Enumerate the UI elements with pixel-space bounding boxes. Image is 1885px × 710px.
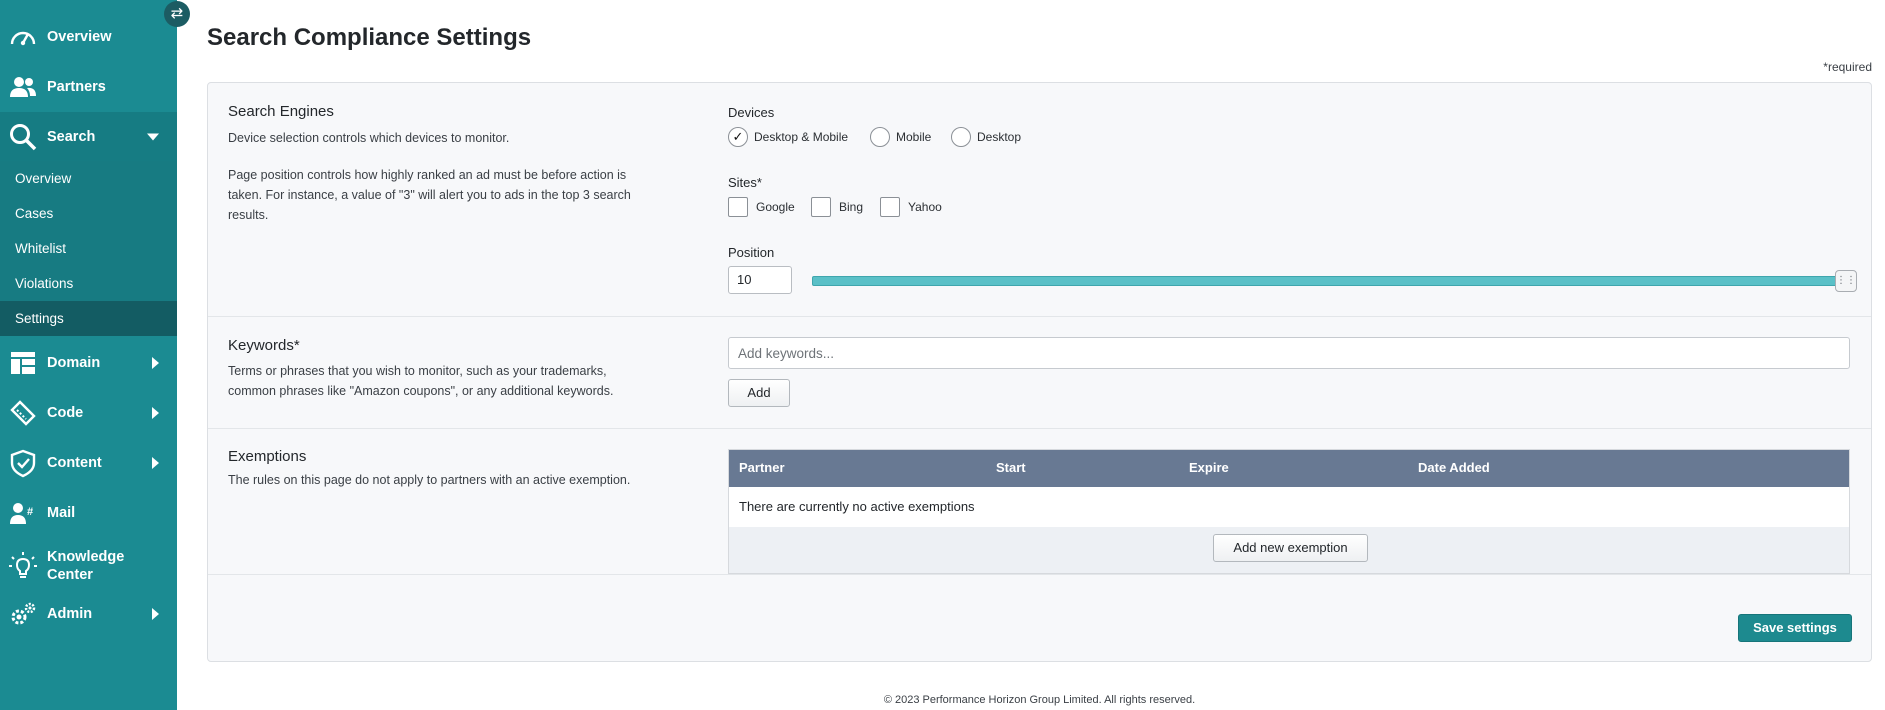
shield-check-icon bbox=[10, 449, 36, 478]
search-engines-desc-position: Page position controls how highly ranked… bbox=[228, 168, 631, 222]
nav-partners[interactable]: Partners bbox=[0, 62, 177, 112]
nav-partners-label: Partners bbox=[47, 79, 106, 95]
devices-label: Devices bbox=[728, 105, 775, 120]
user-hash-icon: # bbox=[10, 503, 33, 524]
main-content: Search Compliance Settings *required Sea… bbox=[207, 0, 1872, 710]
nav-overview[interactable]: Overview bbox=[0, 12, 177, 62]
swap-arrows-icon: ⇄ bbox=[170, 5, 184, 22]
nav-knowledge-label-1: Knowledge bbox=[47, 549, 125, 565]
subnav-whitelist[interactable]: Whitelist bbox=[0, 231, 177, 266]
users-icon bbox=[10, 77, 36, 97]
radio-unchecked-icon[interactable] bbox=[951, 127, 971, 147]
device-mobile-label: Mobile bbox=[896, 130, 932, 144]
nav-code-label: Code bbox=[47, 405, 84, 421]
copyright-footer: © 2023 Performance Horizon Group Limited… bbox=[883, 694, 1196, 706]
nav-overview-label: Overview bbox=[47, 29, 112, 45]
nav-admin-label: Admin bbox=[47, 606, 93, 622]
exemptions-desc: The rules on this page do not apply to p… bbox=[228, 473, 631, 487]
sites-label: Sites* bbox=[728, 175, 762, 190]
radio-checked-icon[interactable]: ✓ bbox=[728, 127, 748, 147]
site-bing-label: Bing bbox=[839, 200, 864, 214]
device-option-mobile[interactable]: Mobile bbox=[870, 127, 931, 147]
sidebar-toggle-button[interactable]: ⇄ bbox=[164, 1, 190, 27]
search-engines-title: Search Engines bbox=[228, 103, 334, 120]
checkbox-bing[interactable] bbox=[811, 197, 831, 217]
search-subnav: Overview Cases Whitelist Violations Sett… bbox=[0, 161, 177, 336]
keywords-title: Keywords* bbox=[228, 337, 300, 354]
settings-panel: Search Engines Device selection controls… bbox=[207, 82, 1872, 662]
nav-domain[interactable]: Domain bbox=[0, 338, 177, 388]
nav-knowledge-center[interactable]: Knowledge Center bbox=[0, 538, 177, 594]
subnav-cases[interactable]: Cases bbox=[0, 196, 177, 231]
subnav-violations[interactable]: Violations bbox=[0, 266, 177, 301]
lightbulb-icon bbox=[9, 552, 37, 578]
site-google-label: Google bbox=[756, 200, 795, 214]
svg-text:#: # bbox=[27, 506, 33, 518]
nav-mail[interactable]: # Mail bbox=[0, 488, 177, 538]
save-settings-button[interactable]: Save settings bbox=[1738, 614, 1852, 642]
chevron-right-icon bbox=[152, 357, 159, 369]
search-engines-desc-devices: Device selection controls which devices … bbox=[228, 131, 510, 145]
search-engines-section: Search Engines Device selection controls… bbox=[208, 83, 1871, 317]
magnifier-icon bbox=[10, 124, 37, 151]
layout-grid-icon bbox=[11, 352, 35, 374]
radio-unchecked-icon[interactable] bbox=[870, 127, 890, 147]
nav-admin[interactable]: Admin bbox=[0, 589, 177, 639]
nav-content-label: Content bbox=[47, 455, 102, 471]
nav-mail-label: Mail bbox=[47, 505, 76, 521]
subnav-settings[interactable]: Settings bbox=[0, 301, 177, 336]
add-exemption-button[interactable]: Add new exemption bbox=[1213, 534, 1368, 562]
position-input[interactable]: 10 bbox=[728, 266, 792, 294]
subnav-overview[interactable]: Overview bbox=[0, 161, 177, 196]
site-yahoo-label: Yahoo bbox=[908, 200, 942, 214]
required-note: *required bbox=[1823, 60, 1872, 74]
nav-search[interactable]: Search bbox=[0, 112, 177, 162]
exemptions-table-header: Partner Start Expire Date Added bbox=[729, 450, 1849, 487]
device-desktop-mobile-label: Desktop & Mobile bbox=[754, 130, 849, 144]
gears-icon bbox=[11, 602, 36, 625]
nav-search-label: Search bbox=[47, 129, 96, 145]
position-slider-track[interactable] bbox=[812, 276, 1857, 286]
page-title: Search Compliance Settings bbox=[207, 24, 532, 51]
exemptions-title: Exemptions bbox=[228, 448, 307, 465]
sidebar: Overview Partners Search Overview Cases … bbox=[0, 0, 177, 710]
keywords-section: Keywords* Terms or phrases that you wish… bbox=[208, 317, 1871, 429]
empty-state-row: There are currently no active exemptions bbox=[729, 487, 1849, 527]
chevron-right-icon bbox=[152, 608, 159, 620]
chevron-right-icon bbox=[152, 457, 159, 469]
nav-domain-label: Domain bbox=[47, 355, 101, 371]
chevron-down-icon bbox=[147, 133, 159, 141]
dashboard-gauge-icon bbox=[10, 31, 36, 46]
exemptions-table: Partner Start Expire Date Added There ar… bbox=[728, 449, 1850, 574]
device-option-desktop-mobile[interactable]: ✓ Desktop & Mobile bbox=[728, 127, 848, 147]
nav-content[interactable]: Content bbox=[0, 438, 177, 488]
column-date-added[interactable]: Date Added bbox=[1418, 460, 1490, 475]
nav-knowledge-label-2: Center bbox=[47, 567, 93, 583]
slider-grip-icon[interactable]: ⋮⋮ bbox=[1835, 270, 1857, 292]
site-option-yahoo[interactable]: Yahoo bbox=[880, 197, 942, 217]
add-exemption-row: Add new exemption bbox=[729, 527, 1849, 573]
site-option-bing[interactable]: Bing bbox=[811, 197, 863, 217]
column-start[interactable]: Start bbox=[996, 460, 1026, 475]
nav-code[interactable]: Code bbox=[0, 388, 177, 438]
keywords-desc: Terms or phrases that you wish to monito… bbox=[228, 364, 614, 398]
position-label: Position bbox=[728, 245, 775, 260]
add-keyword-button[interactable]: Add bbox=[728, 379, 790, 407]
column-expire[interactable]: Expire bbox=[1189, 460, 1229, 475]
ticket-icon bbox=[10, 400, 36, 426]
device-option-desktop[interactable]: Desktop bbox=[951, 127, 1021, 147]
column-partner[interactable]: Partner bbox=[739, 460, 785, 475]
chevron-right-icon bbox=[152, 407, 159, 419]
device-desktop-label: Desktop bbox=[977, 130, 1022, 144]
checkbox-yahoo[interactable] bbox=[880, 197, 900, 217]
checkbox-google[interactable] bbox=[728, 197, 748, 217]
site-option-google[interactable]: Google bbox=[728, 197, 795, 217]
keywords-input[interactable] bbox=[728, 337, 1850, 369]
